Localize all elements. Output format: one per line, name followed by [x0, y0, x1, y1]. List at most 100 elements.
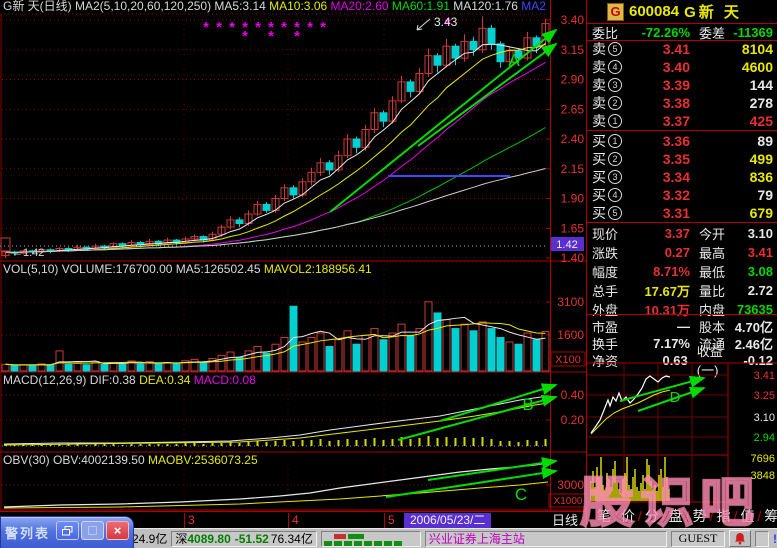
- volume-bar: [389, 333, 396, 371]
- restore-window-button[interactable]: [56, 521, 79, 540]
- candle: [488, 28, 495, 44]
- bottom-tab-3[interactable]: 分: [645, 506, 659, 526]
- order-volume: 425: [690, 113, 777, 129]
- candle: [434, 56, 441, 65]
- order-side-label: 买5: [587, 203, 638, 223]
- price-axis-label: 3.15: [561, 43, 585, 57]
- sz-label: 深: [175, 530, 187, 547]
- volume-bar: [20, 365, 27, 371]
- mini-axis-label: 7696: [751, 453, 775, 465]
- order-price: 3.39: [638, 77, 690, 93]
- info-row: 现价3.37今开3.10: [587, 224, 777, 242]
- mini-axis-label: 3848: [751, 470, 775, 482]
- tab-daily[interactable]: 日线: [552, 513, 578, 528]
- breadth-block: [394, 541, 402, 546]
- stock-title: G 600084 G新 天: [587, 0, 777, 23]
- bottom-tab-6[interactable]: 指: [716, 506, 730, 526]
- volume-bar: [353, 344, 360, 371]
- sell-row: 卖43.404600: [587, 58, 777, 76]
- dea-line: [4, 403, 548, 445]
- breadth-row-2: [324, 541, 402, 546]
- annotation-label-d: D: [670, 389, 681, 406]
- volume-bar: [542, 332, 549, 371]
- alert-bell-button[interactable]: [729, 530, 751, 547]
- order-volume: 8104: [690, 41, 777, 57]
- order-volume: 499: [690, 151, 777, 167]
- candle: [470, 41, 477, 49]
- volume-bar: [515, 344, 522, 371]
- volume-bar: [137, 364, 144, 371]
- weicha-label: 委差: [699, 23, 725, 42]
- order-level-number: 1: [608, 114, 622, 128]
- info-row: 总手17.67万量比2.72: [587, 281, 777, 299]
- order-side-label: 卖2: [587, 93, 638, 113]
- obv-axis-label: 3000: [557, 478, 584, 492]
- volume-bar: [524, 333, 531, 371]
- order-side-label: 买2: [587, 149, 638, 169]
- volume-bar: [218, 355, 225, 371]
- alarm-list-floating-window[interactable]: 警列表 ×: [0, 516, 134, 548]
- info-label: 现价: [587, 224, 632, 243]
- volume-bar: [164, 363, 171, 371]
- volume-unit: X100: [555, 354, 581, 366]
- maximize-window-button[interactable]: [81, 521, 104, 540]
- volume-bar: [83, 365, 90, 371]
- close-window-button[interactable]: ×: [106, 521, 129, 540]
- order-side-label: 买1: [587, 131, 638, 151]
- info-label: 总手: [587, 281, 632, 300]
- tab-separator: /: [710, 508, 714, 524]
- order-level-number: 5: [608, 206, 622, 220]
- volume-bar: [470, 331, 477, 371]
- volume-bar: [317, 333, 324, 371]
- bottom-tab-1[interactable]: 笔: [597, 506, 611, 526]
- volume-bar: [488, 329, 495, 371]
- sell-row: 卖53.418104: [587, 40, 777, 58]
- order-price: 3.32: [638, 187, 690, 203]
- candle: [353, 139, 360, 147]
- info-label: 最高: [699, 243, 725, 262]
- intraday-mini-chart[interactable]: 3.413.253.102.9476963848D: [587, 360, 777, 505]
- bottom-tab-5[interactable]: 势: [693, 506, 707, 526]
- volume-bar: [281, 338, 288, 371]
- breadth-block: [324, 541, 332, 546]
- order-side-label: 买3: [587, 167, 638, 187]
- mini-axis-label: 3.10: [754, 412, 775, 424]
- price-axis-label: 2.15: [561, 162, 585, 176]
- buy-row: 买33.34836: [587, 168, 777, 186]
- info-label: 幅度: [587, 262, 632, 281]
- month-axis-label: 4: [288, 513, 299, 528]
- order-price: 3.34: [638, 169, 690, 185]
- volume-bar: [461, 324, 468, 371]
- ma-line: [6, 44, 546, 252]
- order-price: 3.38: [638, 95, 690, 111]
- signal-star: *: [307, 19, 313, 36]
- signal-star: *: [281, 19, 287, 36]
- info-row: 换手7.17%流通2.46亿: [587, 334, 777, 352]
- mini-axis-label: 3.41: [754, 370, 775, 382]
- order-level-number: 3: [608, 170, 622, 184]
- info-value: 10.31万: [632, 300, 690, 319]
- bottom-tab-2[interactable]: 价: [621, 506, 635, 526]
- sz-turnover: 76.34亿: [271, 530, 313, 547]
- volume-header: VOL(5,10) VOLUME:176700.00 MA5:126502.45…: [3, 262, 372, 276]
- peak-pointer: [417, 19, 430, 30]
- info-label: 量比: [699, 281, 725, 300]
- volume-bar: [479, 322, 486, 371]
- bottom-tab-8[interactable]: 筹: [764, 506, 777, 526]
- main-chart[interactable]: 3.403.152.902.652.402.151.901.651.40****…: [0, 0, 586, 511]
- maximize-icon: [88, 526, 97, 535]
- bottom-tab-7[interactable]: 值: [740, 506, 754, 526]
- order-side-label: 买4: [587, 185, 638, 205]
- candle: [380, 113, 387, 121]
- order-volume: 679: [690, 205, 777, 221]
- order-price: 3.41: [638, 41, 690, 57]
- volume-bar: [227, 352, 234, 371]
- bottom-tab-4[interactable]: 盘: [669, 506, 683, 526]
- connection-mark: !: [773, 532, 777, 546]
- volume-bar: [299, 342, 306, 371]
- volume-bar: [2, 364, 9, 371]
- peak-price-label: 3.43: [434, 15, 458, 29]
- info-value: 7.17%: [632, 336, 690, 351]
- volume-bar: [119, 364, 126, 371]
- breadth-block: [374, 541, 382, 546]
